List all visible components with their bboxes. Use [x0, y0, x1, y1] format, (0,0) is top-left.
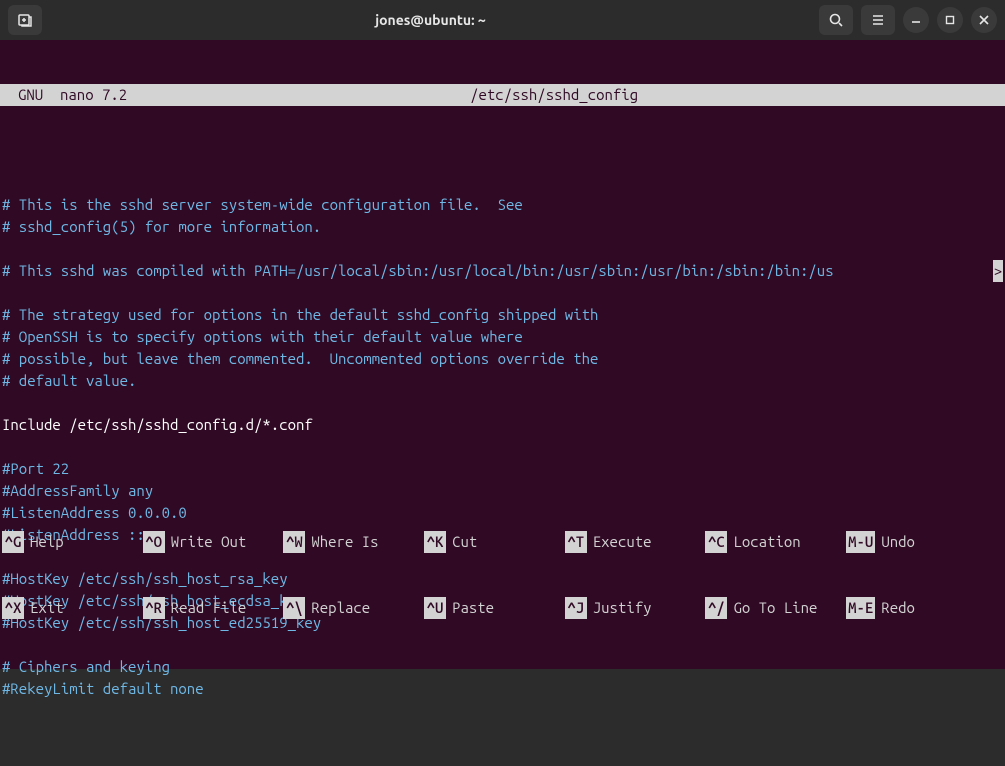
shortcut-key: ^R — [143, 597, 165, 619]
editor-line — [2, 282, 1003, 304]
shortcut-row-1: ^G Help ^O Write Out ^W Where Is ^K Cut ^T Execut… — [0, 531, 1005, 553]
line-overflow-indicator: > — [993, 260, 1003, 282]
nano-filename: /etc/ssh/sshd_config — [127, 84, 981, 106]
window-title: jones@ubuntu: ~ — [50, 12, 811, 28]
shortcut-label: Help — [30, 531, 64, 553]
shortcut-item: M-E Redo — [844, 597, 1005, 619]
shortcut-item: ^U Paste — [422, 597, 563, 619]
minimize-button[interactable] — [903, 7, 929, 33]
shortcut-row-2: ^X Exit ^R Read File ^\ Replace ^U Paste ^J Justi… — [0, 597, 1005, 619]
shortcut-label: Cut — [452, 531, 477, 553]
shortcut-key: M-U — [846, 531, 875, 553]
shortcut-item: ^O Write Out — [141, 531, 282, 553]
window-titlebar: jones@ubuntu: ~ — [0, 0, 1005, 40]
shortcut-item: ^R Read File — [141, 597, 282, 619]
shortcut-item: ^T Execute — [563, 531, 704, 553]
shortcut-key: ^/ — [705, 597, 727, 619]
shortcut-key: ^\ — [283, 597, 305, 619]
shortcut-label: Write Out — [171, 531, 247, 553]
maximize-button[interactable] — [937, 7, 963, 33]
shortcut-key: ^X — [2, 597, 24, 619]
editor-line — [2, 172, 1003, 194]
shortcut-key: ^W — [283, 531, 305, 553]
shortcut-label: Paste — [452, 597, 494, 619]
shortcut-item: ^C Location — [703, 531, 844, 553]
editor-line: # The strategy used for options in the d… — [2, 304, 1003, 326]
editor-line — [2, 238, 1003, 260]
editor-line: # OpenSSH is to specify options with the… — [2, 326, 1003, 348]
terminal-area[interactable]: GNU nano 7.2 /etc/ssh/sshd_config # This… — [0, 40, 1005, 669]
shortcut-key: ^C — [705, 531, 727, 553]
editor-line: # This is the sshd server system-wide co… — [2, 194, 1003, 216]
shortcut-label: Location — [733, 531, 800, 553]
shortcut-label: Exit — [30, 597, 64, 619]
close-button[interactable] — [971, 7, 997, 33]
editor-line — [2, 436, 1003, 458]
shortcut-key: ^J — [565, 597, 587, 619]
shortcut-label: Go To Line — [733, 597, 817, 619]
shortcut-item: ^\ Replace — [281, 597, 422, 619]
titlebar-left — [8, 5, 42, 35]
new-tab-button[interactable] — [8, 5, 42, 35]
editor-line: #RekeyLimit default none — [2, 678, 1003, 700]
editor-line — [2, 392, 1003, 414]
shortcut-label: Read File — [171, 597, 247, 619]
shortcut-item: M-U Undo — [844, 531, 1005, 553]
editor-line: # possible, but leave them commented. Un… — [2, 348, 1003, 370]
shortcut-item: ^W Where Is — [281, 531, 422, 553]
shortcut-label: Replace — [311, 597, 370, 619]
shortcut-item: ^G Help — [0, 531, 141, 553]
nano-shortcut-bar: ^G Help ^O Write Out ^W Where Is ^K Cut ^T Execut… — [0, 487, 1005, 663]
shortcut-label: Undo — [881, 531, 915, 553]
shortcut-label: Justify — [593, 597, 652, 619]
shortcut-key: ^U — [424, 597, 446, 619]
editor-line: # default value. — [2, 370, 1003, 392]
shortcut-item: ^X Exit — [0, 597, 141, 619]
editor-line: # sshd_config(5) for more information. — [2, 216, 1003, 238]
shortcut-key: ^O — [143, 531, 165, 553]
menu-button[interactable] — [861, 5, 895, 35]
search-button[interactable] — [819, 5, 853, 35]
shortcut-key: ^G — [2, 531, 24, 553]
shortcut-item: ^K Cut — [422, 531, 563, 553]
shortcut-label: Where Is — [311, 531, 378, 553]
editor-line: # This sshd was compiled with PATH=/usr/… — [2, 260, 1003, 282]
titlebar-right — [819, 5, 997, 35]
nano-app-name: GNU nano 7.2 — [4, 84, 127, 106]
shortcut-label: Execute — [593, 531, 652, 553]
shortcut-label: Redo — [881, 597, 915, 619]
shortcut-item: ^/ Go To Line — [703, 597, 844, 619]
shortcut-key: ^T — [565, 531, 587, 553]
shortcut-item: ^J Justify — [563, 597, 704, 619]
shortcut-key: ^K — [424, 531, 446, 553]
shortcut-key: M-E — [846, 597, 875, 619]
editor-line: Include /etc/ssh/sshd_config.d/*.conf — [2, 414, 1003, 436]
nano-header: GNU nano 7.2 /etc/ssh/sshd_config — [0, 84, 1005, 106]
editor-line: #Port 22 — [2, 458, 1003, 480]
